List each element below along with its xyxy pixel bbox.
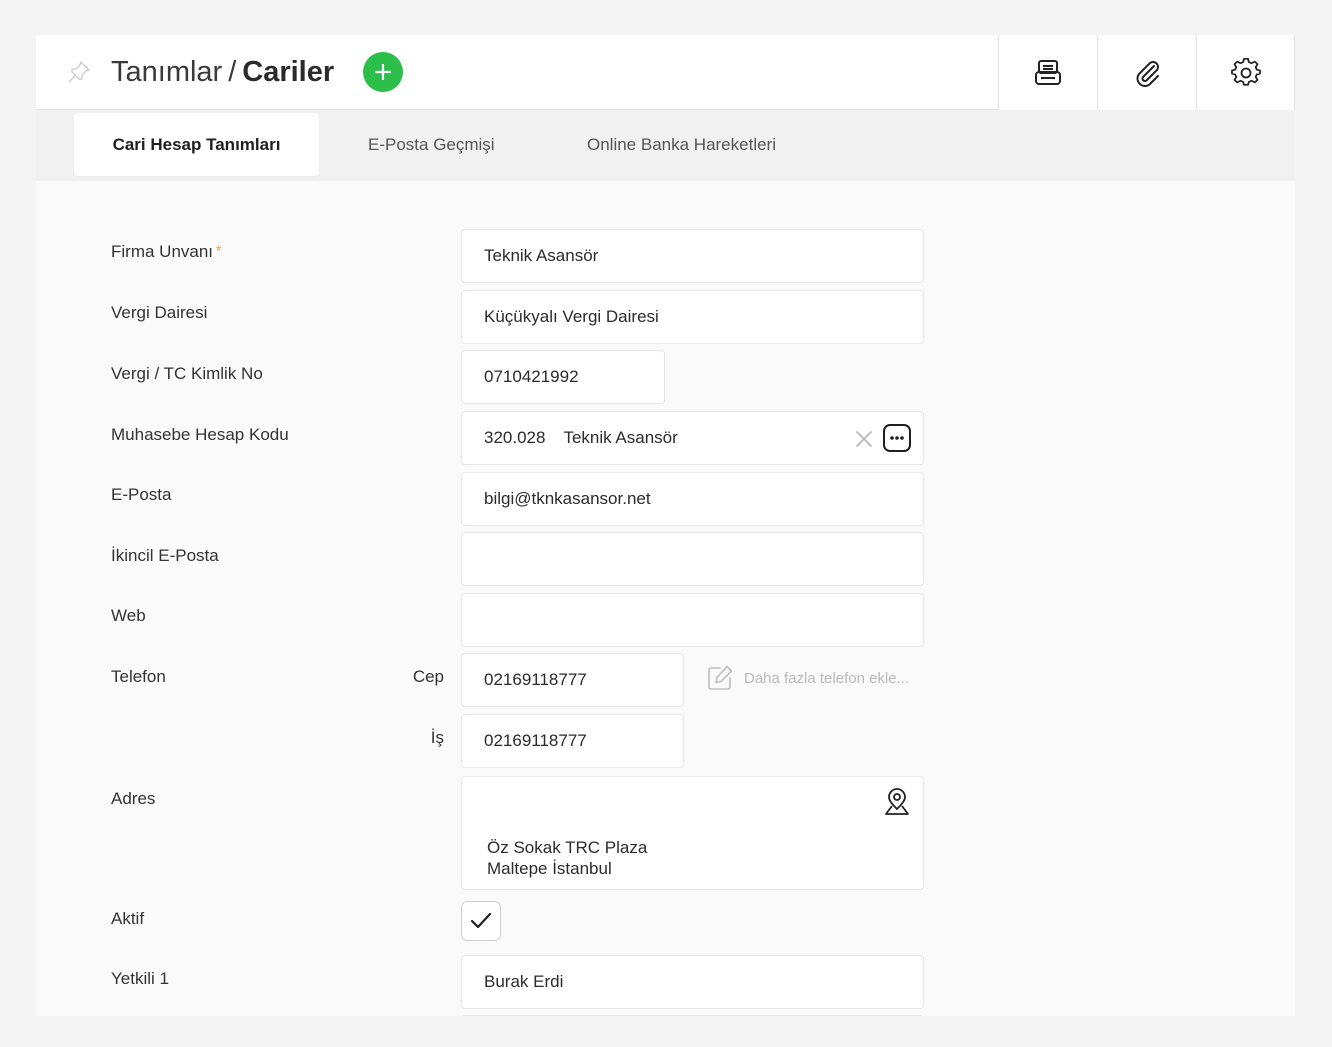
more-options-button[interactable] <box>883 424 911 452</box>
required-mark: * <box>216 242 222 258</box>
settings-button[interactable] <box>1196 35 1295 110</box>
checkmark-icon <box>470 912 492 929</box>
breadcrumb-current: Cariler <box>242 56 335 88</box>
eposta-label: E-Posta <box>111 485 172 504</box>
attach-button[interactable] <box>1097 35 1196 110</box>
print-button[interactable] <box>998 35 1097 110</box>
pin-icon[interactable] <box>66 59 92 85</box>
adres-line-1: Öz Sokak TRC Plaza <box>487 838 648 857</box>
web-input[interactable] <box>461 593 924 647</box>
firma-unvani-label: Firma Unvanı * <box>111 242 221 262</box>
adres-textarea[interactable]: Öz Sokak TRC Plaza Maltepe İstanbul <box>461 776 924 890</box>
vergi-no-input[interactable]: 0710421992 <box>461 350 665 404</box>
firma-unvani-input[interactable]: Teknik Asansör <box>461 229 924 283</box>
page-title: Tanımlar / Cariler <box>111 53 334 91</box>
ikincil-eposta-input[interactable] <box>461 532 924 586</box>
muhasebe-kodu-input[interactable]: 320.028 Teknik Asansör <box>461 411 924 465</box>
cep-phone-input[interactable]: 02169118777 <box>461 653 684 707</box>
ellipsis-icon <box>890 436 904 440</box>
add-more-phone-link[interactable]: Daha fazla telefon ekle... <box>706 664 909 692</box>
tab-eposta-gecmisi[interactable]: E-Posta Geçmişi <box>368 113 495 176</box>
telefon-label: Telefon <box>111 667 166 686</box>
close-icon[interactable] <box>855 430 873 448</box>
page: Tanımlar / Cariler Cari Hesap Tanımları … <box>36 35 1295 1016</box>
web-label: Web <box>111 606 146 625</box>
printer-icon <box>1035 59 1061 85</box>
edit-icon <box>708 665 733 690</box>
adres-text: Öz Sokak TRC Plaza Maltepe İstanbul <box>487 837 647 879</box>
muhasebe-kodu-code: 320.028 <box>484 428 546 447</box>
adres-label: Adres <box>111 789 156 808</box>
eposta-input[interactable]: bilgi@tknkasansor.net <box>461 472 924 526</box>
ikincil-eposta-label: İkincil E-Posta <box>111 546 219 565</box>
aktif-checkbox[interactable] <box>461 901 501 941</box>
is-label: İş <box>430 728 444 747</box>
header: Tanımlar / Cariler <box>36 35 1295 110</box>
muhasebe-kodu-label: Muhasebe Hesap Kodu <box>111 425 289 444</box>
breadcrumb-separator: / <box>228 56 237 88</box>
paperclip-icon <box>1136 60 1159 87</box>
firma-unvani-label-text: Firma Unvanı <box>111 242 214 261</box>
tab-cari-hesap-tanimlari[interactable]: Cari Hesap Tanımları <box>74 113 319 176</box>
vergi-dairesi-input[interactable]: Küçükyalı Vergi Dairesi <box>461 290 924 344</box>
vergi-no-label: Vergi / TC Kimlik No <box>111 364 263 383</box>
tab-online-banka-hareketleri[interactable]: Online Banka Hareketleri <box>587 113 776 176</box>
add-button[interactable] <box>363 52 403 92</box>
yetkili1-input[interactable]: Burak Erdi <box>461 955 924 1009</box>
cep-label: Cep <box>412 667 444 686</box>
add-more-phone-text: Daha fazla telefon ekle... <box>744 669 910 687</box>
next-field-partial[interactable] <box>461 1015 924 1016</box>
vergi-dairesi-label: Vergi Dairesi <box>111 303 208 322</box>
yetkili1-label: Yetkili 1 <box>111 969 169 988</box>
is-phone-input[interactable]: 02169118777 <box>461 714 684 768</box>
aktif-label: Aktif <box>111 909 145 928</box>
gear-icon <box>1230 57 1261 86</box>
map-pin-icon[interactable] <box>883 787 911 817</box>
plus-icon <box>374 63 392 81</box>
tab-bar: Cari Hesap Tanımları E-Posta Geçmişi Onl… <box>36 110 1295 181</box>
adres-line-2: Maltepe İstanbul <box>487 859 612 878</box>
breadcrumb-parent[interactable]: Tanımlar <box>111 56 222 88</box>
muhasebe-kodu-name: Teknik Asansör <box>563 428 678 447</box>
